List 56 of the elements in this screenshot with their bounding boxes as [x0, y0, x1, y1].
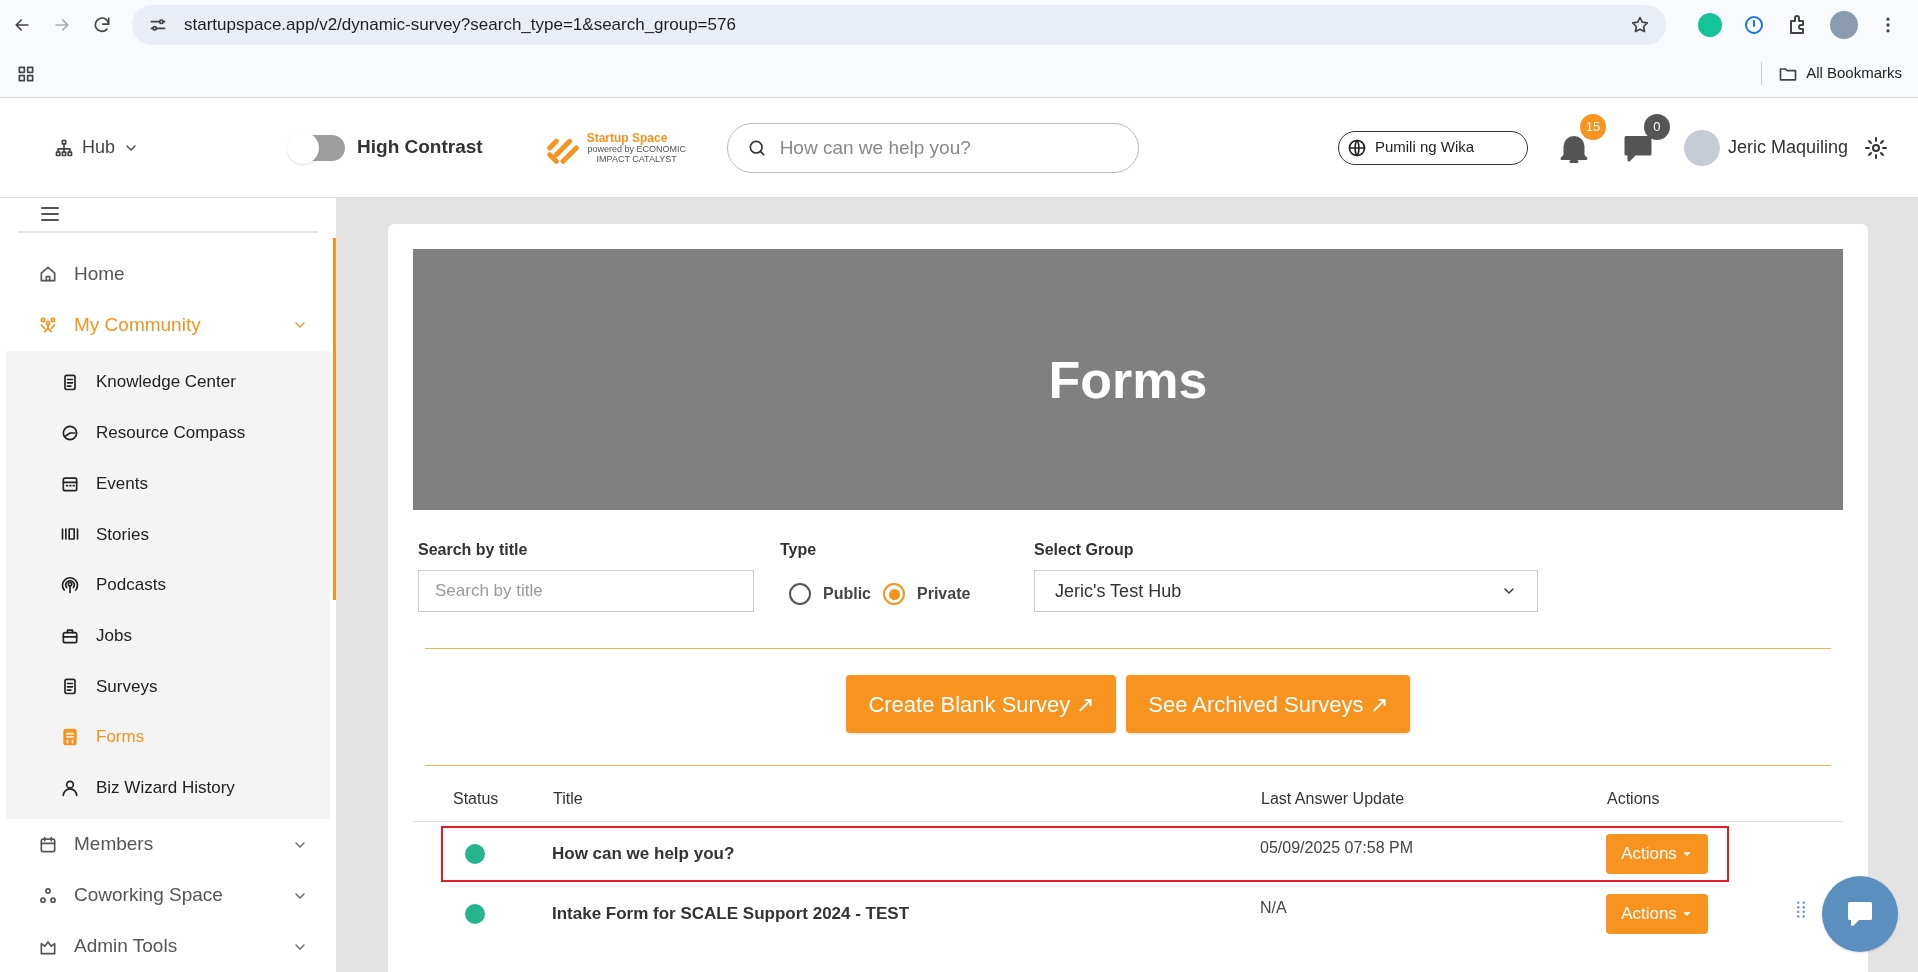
sidebar-subitem[interactable]: Stories — [6, 508, 330, 560]
group-select[interactable]: Jeric's Test Hub — [1034, 570, 1538, 612]
home-icon — [38, 264, 58, 285]
search-field[interactable]: How can we help you? — [726, 122, 1139, 173]
reload-icon[interactable] — [92, 15, 112, 35]
sidebar-item[interactable]: Home — [0, 248, 336, 300]
globe-icon — [1346, 137, 1367, 158]
column-header: Last Answer Update — [1261, 789, 1406, 809]
calendar-icon — [38, 834, 58, 855]
sidebar-subitem[interactable]: Knowledge Center — [6, 356, 330, 408]
column-header: Actions — [1607, 789, 1661, 809]
field-label: Type — [780, 540, 818, 560]
sitemap-icon — [54, 137, 74, 158]
people-icon — [38, 315, 58, 336]
extension-icon[interactable] — [1742, 13, 1766, 37]
last-update: N/A — [1260, 898, 1288, 918]
table-row[interactable]: Intake Form for SCALE Support 2024 - TEST N/A Actions — [441, 886, 1729, 942]
user-menu[interactable]: Jeric Maquiling — [1683, 129, 1848, 166]
toggle-label: High Contrast — [357, 135, 483, 160]
podcast-icon — [60, 574, 80, 595]
sidebar-subitem[interactable]: Jobs — [6, 610, 330, 661]
chat-button[interactable] — [1822, 876, 1898, 952]
form-icon — [60, 727, 80, 747]
url-text: startupspace.app/v2/dynamic-survey?search_type=1&search_group=576 — [184, 14, 737, 37]
three-circles-icon — [38, 885, 58, 906]
user-avatar — [1683, 129, 1720, 166]
count-badge: 0 — [1643, 113, 1670, 140]
profile-avatar[interactable] — [1830, 11, 1858, 39]
form-title: How can we help you? — [552, 843, 735, 866]
high-contrast-toggle[interactable] — [289, 134, 346, 161]
bookmark-star-icon[interactable] — [1630, 15, 1650, 35]
sidebar-item[interactable]: Admin Tools — [0, 921, 336, 972]
settings-icon[interactable] — [1864, 135, 1888, 160]
sidebar-item[interactable]: Coworking Space — [0, 870, 336, 922]
search-by-title-input[interactable]: Search by title — [418, 570, 754, 612]
radio-option[interactable]: Private — [883, 582, 971, 606]
count-badge: 15 — [1579, 113, 1606, 140]
field-label: Select Group — [1034, 540, 1135, 560]
hub-dropdown[interactable]: Hub — [54, 134, 140, 161]
startup-space-logo: Startup Space powered by ECONOMIC IMPACT CATALYST — [542, 127, 687, 168]
page-title: Forms — [1048, 349, 1208, 411]
column-header: Title — [553, 789, 584, 809]
sidebar-subitem[interactable]: Events — [6, 458, 330, 509]
sidebar-subitem[interactable]: Resource Compass — [6, 407, 330, 459]
last-update: 05/09/2025 07:58 PM — [1260, 838, 1414, 858]
field-label: Search by title — [418, 540, 529, 560]
form-title: Intake Form for SCALE Support 2024 - TEST — [552, 903, 910, 926]
table-row[interactable]: How can we help you? 05/09/2025 07:58 PM Actions — [441, 826, 1729, 882]
all-bookmarks-button[interactable]: All Bookmarks — [1761, 62, 1902, 85]
sidebar-subitem[interactable]: Surveys — [6, 660, 330, 712]
address-bar[interactable]: startupspace.app/v2/dynamic-survey?search_type=1&search_group=576 — [132, 5, 1666, 45]
sidebar-subitem[interactable]: Podcasts — [6, 559, 330, 611]
sidebar-item[interactable]: Members — [0, 819, 336, 871]
sidebar-subitem[interactable]: Biz Wizard History — [6, 762, 330, 814]
radio-option[interactable]: Public — [789, 582, 871, 606]
column-header: Status — [453, 789, 500, 809]
